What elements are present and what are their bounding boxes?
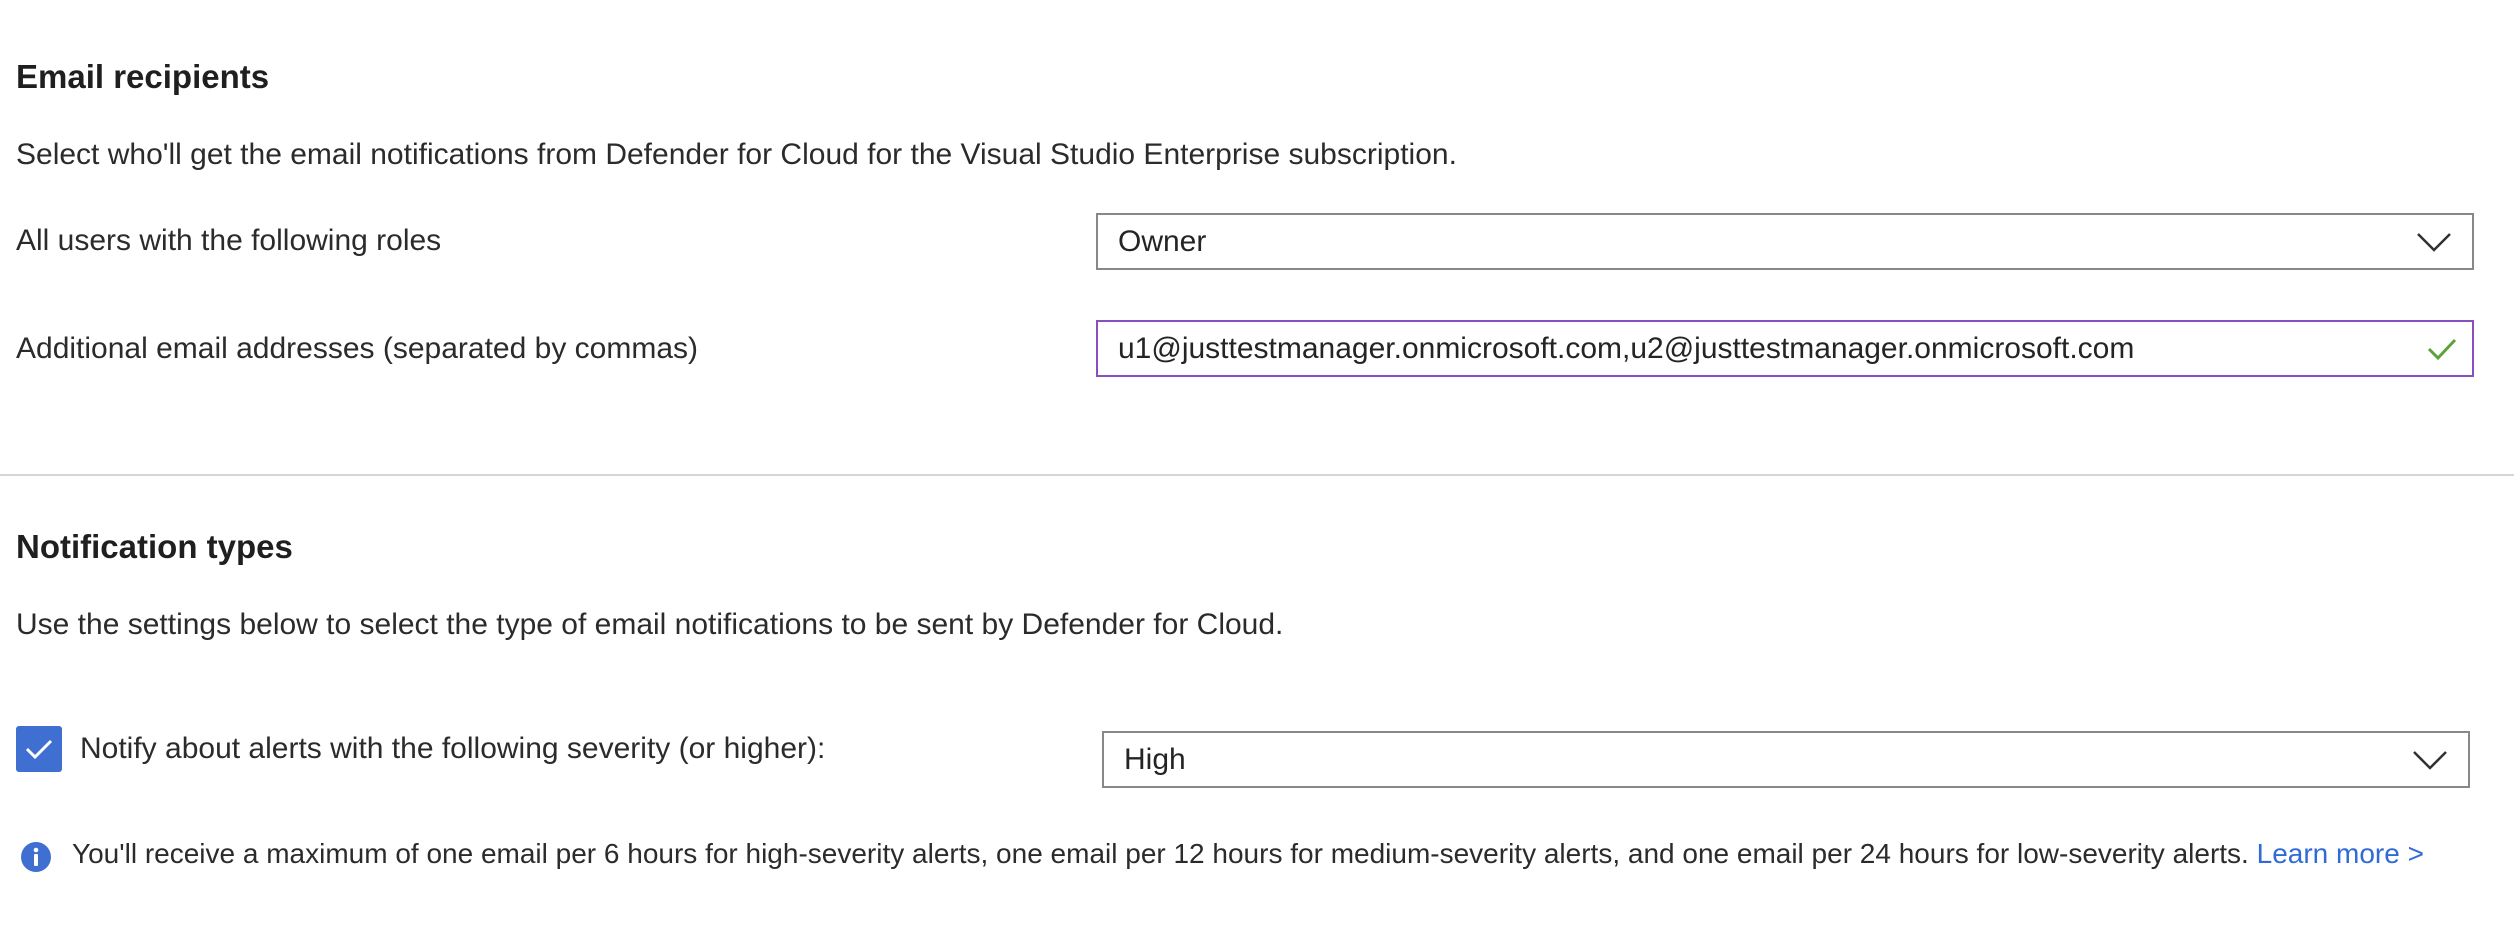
chevron-down-icon (2416, 231, 2452, 253)
notification-types-heading: Notification types (16, 528, 293, 565)
notification-types-description: Use the settings below to select the typ… (16, 608, 1284, 641)
email-recipients-description: Select who'll get the email notification… (16, 138, 1457, 171)
severity-checkbox[interactable] (16, 726, 62, 772)
roles-dropdown[interactable]: Owner (1096, 213, 2474, 270)
emails-label: Additional email addresses (separated by… (16, 332, 698, 365)
info-icon (20, 841, 52, 878)
email-recipients-heading: Email recipients (16, 58, 270, 95)
learn-more-link[interactable]: Learn more > (2257, 838, 2424, 869)
chevron-down-icon (2412, 749, 2448, 771)
severity-dropdown[interactable]: High (1102, 731, 2470, 788)
severity-dropdown-value: High (1124, 742, 1186, 776)
info-text: You'll receive a maximum of one email pe… (72, 838, 2249, 869)
info-message: You'll receive a maximum of one email pe… (72, 838, 2424, 870)
checkmark-icon (2426, 336, 2458, 362)
roles-dropdown-value: Owner (1118, 224, 1207, 258)
section-divider (0, 474, 2514, 476)
severity-checkbox-label: Notify about alerts with the following s… (80, 732, 826, 765)
roles-label: All users with the following roles (16, 224, 442, 257)
email-addresses-value: u1@justtestmanager.onmicrosoft.com,u2@ju… (1118, 331, 2135, 365)
email-addresses-input[interactable]: u1@justtestmanager.onmicrosoft.com,u2@ju… (1096, 320, 2474, 377)
checkmark-icon (25, 739, 53, 760)
